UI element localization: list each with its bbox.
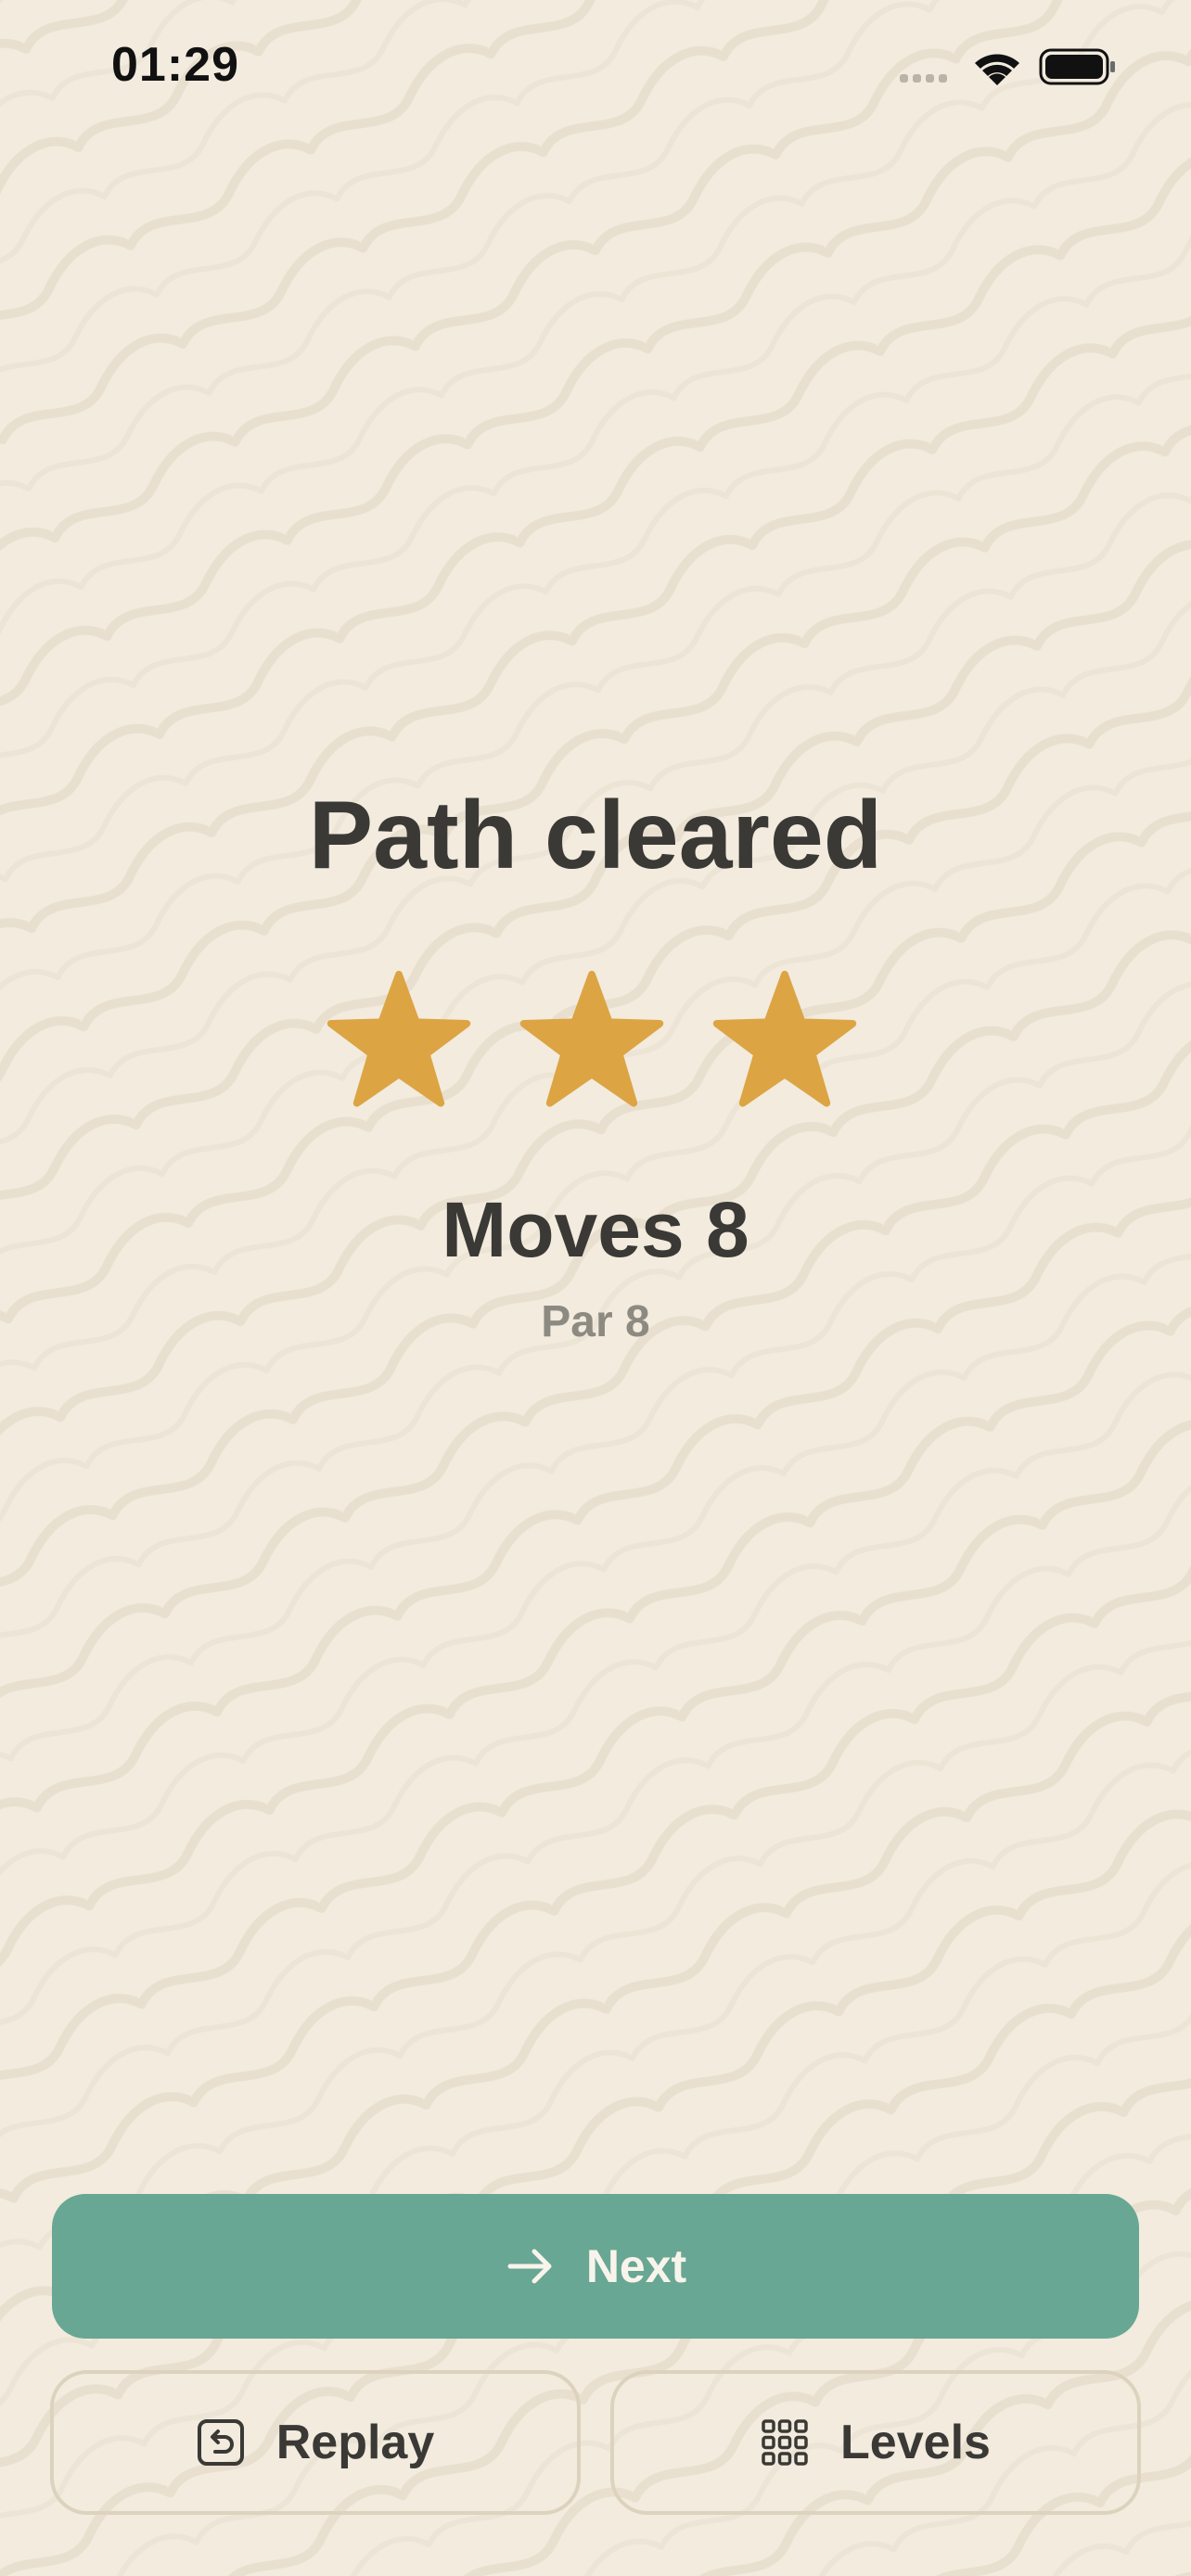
star-icon bbox=[519, 970, 664, 1109]
next-button[interactable]: Next bbox=[52, 2194, 1139, 2339]
star-icon bbox=[327, 970, 471, 1109]
result-title: Path cleared bbox=[308, 782, 883, 889]
replay-button-label: Replay bbox=[275, 2416, 435, 2469]
signal-icon bbox=[900, 74, 947, 83]
status-time: 01:29 bbox=[111, 38, 239, 92]
next-button-label: Next bbox=[585, 2240, 687, 2292]
star-icon bbox=[712, 970, 857, 1109]
star-rating bbox=[327, 970, 864, 1109]
levels-button[interactable]: Levels bbox=[610, 2370, 1141, 2515]
arrow-right-icon bbox=[507, 2249, 552, 2284]
replay-button[interactable]: Replay bbox=[50, 2370, 581, 2515]
par-count: Par 8 bbox=[541, 1297, 650, 1346]
background-texture bbox=[0, 0, 1191, 2576]
grid-icon bbox=[762, 2419, 808, 2466]
status-icons bbox=[900, 48, 1115, 85]
moves-count: Moves 8 bbox=[442, 1186, 749, 1273]
wifi-icon bbox=[975, 54, 1019, 85]
levels-button-label: Levels bbox=[840, 2416, 991, 2469]
replay-icon bbox=[197, 2419, 244, 2466]
battery-icon bbox=[1039, 48, 1115, 85]
